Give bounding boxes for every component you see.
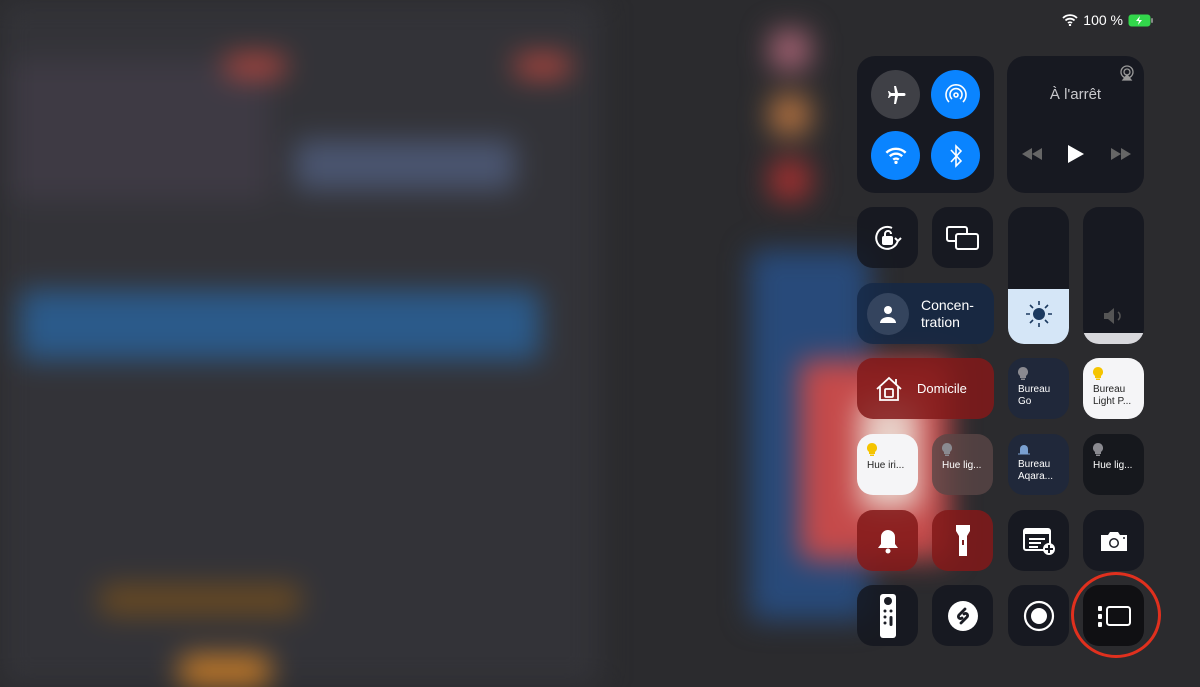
screen-mirroring-button[interactable]: [932, 207, 993, 268]
rewind-icon[interactable]: [1022, 148, 1042, 160]
camera-icon: [1100, 531, 1127, 551]
wifi-icon: [885, 147, 906, 164]
lightbulb-icon: [1018, 367, 1028, 380]
bluetooth-icon: [949, 143, 962, 168]
accessory-detail: Go: [1018, 396, 1032, 407]
flashlight-button[interactable]: [932, 510, 993, 571]
volume-slider[interactable]: [1083, 207, 1144, 344]
accessory-name: Bureau: [1093, 384, 1126, 395]
accessory-name: Hue lig...: [1093, 460, 1133, 471]
airplay-icon[interactable]: [1119, 65, 1135, 81]
accessory-name: Hue iri...: [867, 460, 905, 471]
lightbulb-icon: [867, 443, 877, 456]
now-playing-module[interactable]: À l'arrêt: [1007, 56, 1144, 193]
airplane-mode-toggle[interactable]: [871, 70, 920, 119]
fast-forward-icon[interactable]: [1111, 148, 1131, 160]
accessory-tile[interactable]: Hue iri...: [857, 434, 918, 495]
bluetooth-toggle[interactable]: [931, 131, 980, 180]
focus-button[interactable]: Concen- tration: [857, 283, 994, 344]
accessory-detail: Light P...: [1093, 396, 1132, 407]
now-playing-title: À l'arrêt: [1049, 86, 1102, 103]
home-button[interactable]: Domicile: [857, 358, 994, 419]
home-label: Domicile: [917, 381, 967, 396]
accessory-name: Hue lig...: [942, 460, 982, 471]
person-icon: [880, 305, 896, 323]
bell-icon: [877, 529, 898, 553]
focus-label-line1: Concen-: [921, 296, 974, 313]
accessory-detail: Aqara...: [1018, 471, 1054, 482]
orientation-lock-button[interactable]: [857, 207, 918, 268]
accessory-tile[interactable]: Bureau Aqara...: [1008, 434, 1069, 495]
remote-icon: [879, 593, 896, 638]
screen-recording-button[interactable]: [1008, 585, 1069, 646]
accessory-tile[interactable]: Hue lig...: [932, 434, 993, 495]
accessory-name: Bureau: [1018, 459, 1051, 470]
shazam-icon: [947, 600, 978, 631]
sun-icon: [1026, 301, 1052, 327]
record-icon: [1023, 600, 1054, 631]
focus-label-line2: tration: [921, 313, 960, 330]
wifi-toggle[interactable]: [871, 131, 920, 180]
home-icon: [876, 376, 902, 401]
airdrop-toggle[interactable]: [931, 70, 980, 119]
apple-tv-remote-button[interactable]: [857, 585, 918, 646]
battery-charging-icon: [1128, 14, 1153, 26]
quick-note-button[interactable]: [1008, 510, 1069, 571]
status-bar: 100 %: [1062, 12, 1154, 28]
brightness-slider[interactable]: [1008, 207, 1069, 344]
airplane-icon: [887, 85, 905, 104]
lightbulb-icon: [1093, 443, 1103, 456]
wifi-icon: [1062, 14, 1078, 26]
rotation-lock-icon: [874, 225, 902, 250]
accessory-tile[interactable]: Bureau Go: [1008, 358, 1069, 419]
silent-mode-button[interactable]: [857, 510, 918, 571]
lightbulb-icon: [1093, 367, 1103, 380]
accessory-tile[interactable]: Bureau Light P...: [1083, 358, 1144, 419]
focus-icon-circle: [867, 292, 909, 335]
shazam-button[interactable]: [932, 585, 993, 646]
highlight-circle: [1071, 572, 1161, 658]
accessory-name: Bureau: [1018, 384, 1051, 395]
battery-percent: 100 %: [1083, 12, 1123, 28]
quick-note-icon: [1022, 527, 1055, 555]
flashlight-icon: [955, 524, 970, 556]
screen-mirroring-icon: [945, 225, 979, 250]
accessory-tile[interactable]: Hue lig...: [1083, 434, 1144, 495]
airdrop-icon: [944, 83, 967, 103]
lightbulb-icon: [942, 443, 952, 456]
speaker-icon: [1104, 308, 1121, 324]
play-icon[interactable]: [1068, 145, 1084, 163]
alarm-icon: [1018, 445, 1030, 455]
camera-button[interactable]: [1083, 510, 1144, 571]
